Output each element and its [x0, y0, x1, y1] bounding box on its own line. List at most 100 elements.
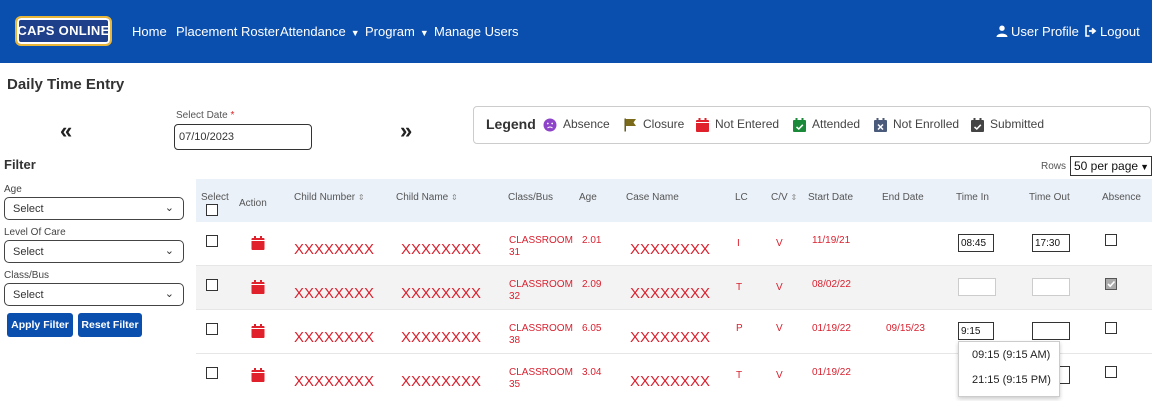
not-entered-calendar-icon[interactable]: [251, 236, 265, 250]
select-date-text: Select Date: [176, 110, 228, 121]
nav-program[interactable]: Program ▼: [365, 24, 429, 39]
legend-closure: Closure: [623, 117, 684, 132]
time-in-input[interactable]: 9:15: [958, 322, 994, 340]
class-bus: CLASSROOM: [509, 235, 573, 246]
rows-label: Rows: [1041, 161, 1067, 172]
logout-icon: [1085, 25, 1097, 37]
date-input[interactable]: 07/10/2023: [174, 124, 312, 150]
level-of-care-select[interactable]: Select ⌄: [4, 240, 184, 263]
col-header-end-date: End Date: [882, 192, 924, 203]
caps-online-logo[interactable]: CAPS ONLINE: [15, 16, 112, 46]
absence-checkbox[interactable]: [1105, 322, 1117, 334]
legend-submitted: Submitted: [971, 117, 1044, 132]
class-bus-filter-label: Class/Bus: [4, 270, 50, 281]
logout-link[interactable]: Logout: [1085, 24, 1140, 39]
col-header-age: Age: [579, 192, 597, 203]
start-date: 01/19/22: [812, 323, 851, 334]
nav-home[interactable]: Home: [132, 24, 167, 39]
absence-checkbox[interactable]: [1105, 366, 1117, 378]
cv: V: [776, 282, 783, 293]
attended-calendar-icon: [793, 117, 806, 132]
case-name: XXXXXXXX: [630, 241, 711, 258]
select-all-checkbox[interactable]: [206, 204, 218, 216]
top-navbar: CAPS ONLINE Home Placement Roster Attend…: [0, 0, 1152, 63]
time-out-input[interactable]: [1032, 278, 1070, 296]
class-bus-filter-value: Select: [13, 289, 44, 301]
check-icon: [1107, 280, 1116, 288]
class-number: 31: [509, 247, 521, 258]
time-in-input[interactable]: 08:45: [958, 234, 994, 252]
level-of-care-label: Level Of Care: [4, 227, 66, 238]
legend-attended: Attended: [793, 117, 860, 132]
case-name: XXXXXXXX: [630, 373, 711, 390]
start-date: 08/02/22: [812, 279, 851, 290]
cv: V: [776, 370, 783, 381]
end-date: 09/15/23: [886, 323, 925, 334]
cv: V: [776, 238, 783, 249]
age-filter-value: Select: [13, 203, 44, 215]
nav-manage-users[interactable]: Manage Users: [434, 24, 519, 39]
sort-icon: ⇕: [451, 193, 458, 202]
logout-label: Logout: [1100, 24, 1140, 39]
chevron-down-icon: ⌄: [164, 245, 174, 257]
legend-absence: Absence: [543, 117, 610, 132]
col-header-child-name[interactable]: Child Name ⇕: [396, 192, 458, 203]
legend-not-entered: Not Entered: [696, 117, 779, 132]
required-mark: *: [230, 110, 235, 121]
user-profile-link[interactable]: User Profile: [996, 24, 1079, 39]
row-select-checkbox[interactable]: [206, 279, 218, 291]
chevron-down-icon: ▼: [350, 28, 360, 38]
closure-flag-icon: [624, 118, 636, 132]
legend-not-enrolled: Not Enrolled: [874, 117, 959, 132]
not-entered-calendar-icon[interactable]: [251, 368, 265, 382]
class-bus-filter-select[interactable]: Select ⌄: [4, 283, 184, 306]
child-number: XXXXXXXX: [294, 285, 375, 302]
col-header-action: Action: [239, 198, 267, 209]
row-select-checkbox[interactable]: [206, 323, 218, 335]
age-filter-select[interactable]: Select ⌄: [4, 197, 184, 220]
absence-checkbox[interactable]: [1105, 234, 1117, 246]
child-number: XXXXXXXX: [294, 373, 375, 390]
legend-panel: Legend Absence Closure Not Entered Atten…: [473, 106, 1151, 144]
child-number-header-label: Child Number: [294, 192, 356, 203]
time-suggestion-option[interactable]: 21:15 (9:15 PM): [972, 374, 1051, 386]
user-profile-label: User Profile: [1011, 24, 1079, 39]
table-header: Select Action Child Number ⇕ Child Name …: [196, 179, 1152, 222]
user-icon: [996, 25, 1008, 37]
not-entered-calendar-icon[interactable]: [251, 280, 265, 294]
time-out-input[interactable]: [1032, 322, 1070, 340]
apply-filter-button[interactable]: Apply Filter: [7, 313, 73, 337]
time-out-input[interactable]: 17:30: [1032, 234, 1070, 252]
legend-closure-label: Closure: [643, 117, 685, 131]
previous-day-button[interactable]: «: [60, 118, 72, 144]
col-header-select: Select: [201, 192, 229, 203]
rows-per-page-select[interactable]: 50 per page ▼: [1070, 156, 1152, 176]
nav-placement-roster[interactable]: Placement Roster: [176, 24, 279, 39]
col-header-child-number[interactable]: Child Number ⇕: [294, 192, 365, 203]
time-suggestion-option[interactable]: 09:15 (9:15 AM): [972, 349, 1050, 361]
not-entered-calendar-icon: [696, 117, 709, 132]
col-header-cv[interactable]: C/V ⇕: [771, 192, 797, 203]
lc: T: [736, 370, 743, 381]
child-name-header-label: Child Name: [396, 192, 449, 203]
child-name: XXXXXXXX: [401, 329, 482, 346]
cv: V: [776, 323, 783, 334]
nav-attendance[interactable]: Attendance ▼: [280, 24, 360, 39]
reset-filter-button[interactable]: Reset Filter: [78, 313, 142, 337]
case-name: XXXXXXXX: [630, 285, 711, 302]
class-number: 35: [509, 379, 521, 390]
row-select-checkbox[interactable]: [206, 367, 218, 379]
row-select-checkbox[interactable]: [206, 235, 218, 247]
next-day-button[interactable]: »: [400, 118, 412, 144]
chevron-down-icon: ⌄: [164, 288, 174, 300]
lc: T: [736, 282, 743, 293]
sort-icon: ⇕: [790, 193, 798, 202]
col-header-class-bus: Class/Bus: [508, 192, 554, 203]
legend-attended-label: Attended: [812, 117, 861, 131]
not-enrolled-calendar-icon: [874, 117, 887, 132]
age: 6.05: [582, 323, 602, 334]
time-in-input[interactable]: [958, 278, 996, 296]
absence-checkbox[interactable]: [1105, 278, 1117, 290]
legend-title: Legend: [486, 116, 536, 132]
not-entered-calendar-icon[interactable]: [251, 324, 265, 338]
